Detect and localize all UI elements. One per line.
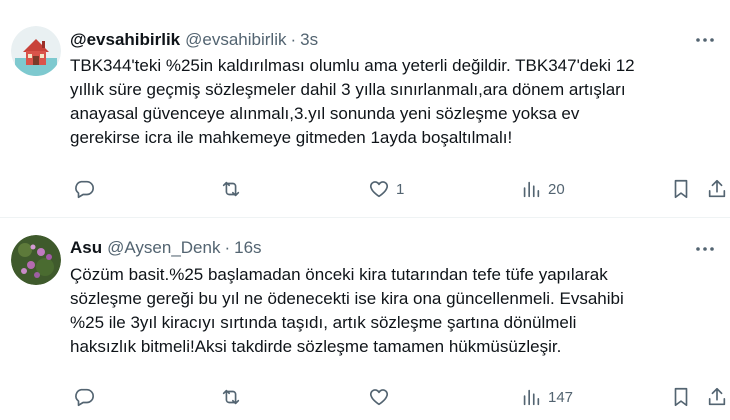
tweet-text-line: yıllık süre geçmiş sözleşmeler dahil 3 y…: [70, 80, 626, 99]
tweet-text: Çözüm basit.%25 başlamadan önceki kira t…: [70, 263, 720, 359]
separator-dot: ·: [290, 30, 297, 49]
tweet[interactable]: Asu @Aysen_Denk · 16s Çözüm basit.%25 ba…: [0, 219, 730, 420]
avatar[interactable]: [11, 26, 61, 76]
tweet-text-line: sözleşme gereği bu yıl ne ödenecekti ise…: [70, 289, 624, 308]
more-dots-icon[interactable]: [694, 239, 716, 259]
reply-button[interactable]: [73, 385, 95, 409]
heart-icon: [369, 389, 389, 406]
like-button[interactable]: 1: [368, 177, 404, 201]
retweet-icon: [222, 181, 240, 197]
bookmark-icon: [674, 387, 688, 407]
tweet-text: TBK344'teki %25in kaldırılması olumlu am…: [70, 54, 720, 150]
display-name[interactable]: Asu: [70, 238, 102, 258]
separator-dot: ·: [224, 238, 231, 257]
tweet-text-line: anayasal güvenceye alınmalı,3.yıl sonund…: [70, 104, 580, 123]
heart-icon: [369, 181, 389, 198]
tweet-text-line: TBK344'teki %25in kaldırılması olumlu am…: [70, 56, 635, 75]
tweet-text-line: Çözüm basit.%25 başlamadan önceki kira t…: [70, 265, 608, 284]
bookmark-button[interactable]: [670, 385, 692, 409]
more-dots-icon[interactable]: [694, 30, 716, 50]
share-icon: [708, 179, 726, 198]
user-handle[interactable]: @Aysen_Denk: [107, 238, 220, 258]
action-bar: 1 20: [70, 177, 726, 201]
like-count: 1: [396, 180, 405, 198]
tweet-text-line: %25 ile 3yıl kiracıyı sırtında taşıdı, a…: [70, 313, 577, 332]
tweet-text-line: gerekirse icra ile mahkemeye gitmeden 1a…: [70, 128, 513, 147]
views-button[interactable]: 20: [520, 177, 565, 201]
action-bar: 147: [70, 385, 726, 409]
like-button[interactable]: [368, 385, 390, 409]
avatar[interactable]: [11, 235, 61, 285]
timestamp[interactable]: 16s: [234, 238, 261, 258]
share-button[interactable]: [706, 177, 728, 201]
tweet-header: @evsahibirlik @evsahibirlik · 3s: [70, 28, 318, 52]
share-icon: [708, 387, 726, 406]
views-chart-icon: [523, 181, 540, 198]
share-button[interactable]: [706, 385, 728, 409]
user-handle[interactable]: @evsahibirlik: [185, 30, 286, 50]
retweet-button[interactable]: [220, 177, 242, 201]
display-name[interactable]: @evsahibirlik: [70, 30, 180, 50]
bookmark-icon: [674, 179, 688, 199]
tweet-header: Asu @Aysen_Denk · 16s: [70, 236, 262, 260]
reply-button[interactable]: [73, 177, 95, 201]
tweet[interactable]: @evsahibirlik @evsahibirlik · 3s TBK344'…: [0, 0, 730, 218]
reply-icon: [75, 388, 94, 407]
reply-icon: [75, 180, 94, 199]
views-chart-icon: [523, 389, 540, 406]
views-button[interactable]: 147: [520, 385, 573, 409]
views-count: 20: [548, 180, 565, 198]
timestamp[interactable]: 3s: [300, 30, 318, 50]
retweet-button[interactable]: [220, 385, 242, 409]
tweet-text-line: haksızlık bitmeli!Aksi takdirde sözleşme…: [70, 337, 562, 356]
views-count: 147: [548, 388, 574, 406]
bookmark-button[interactable]: [670, 177, 692, 201]
retweet-icon: [222, 389, 240, 405]
